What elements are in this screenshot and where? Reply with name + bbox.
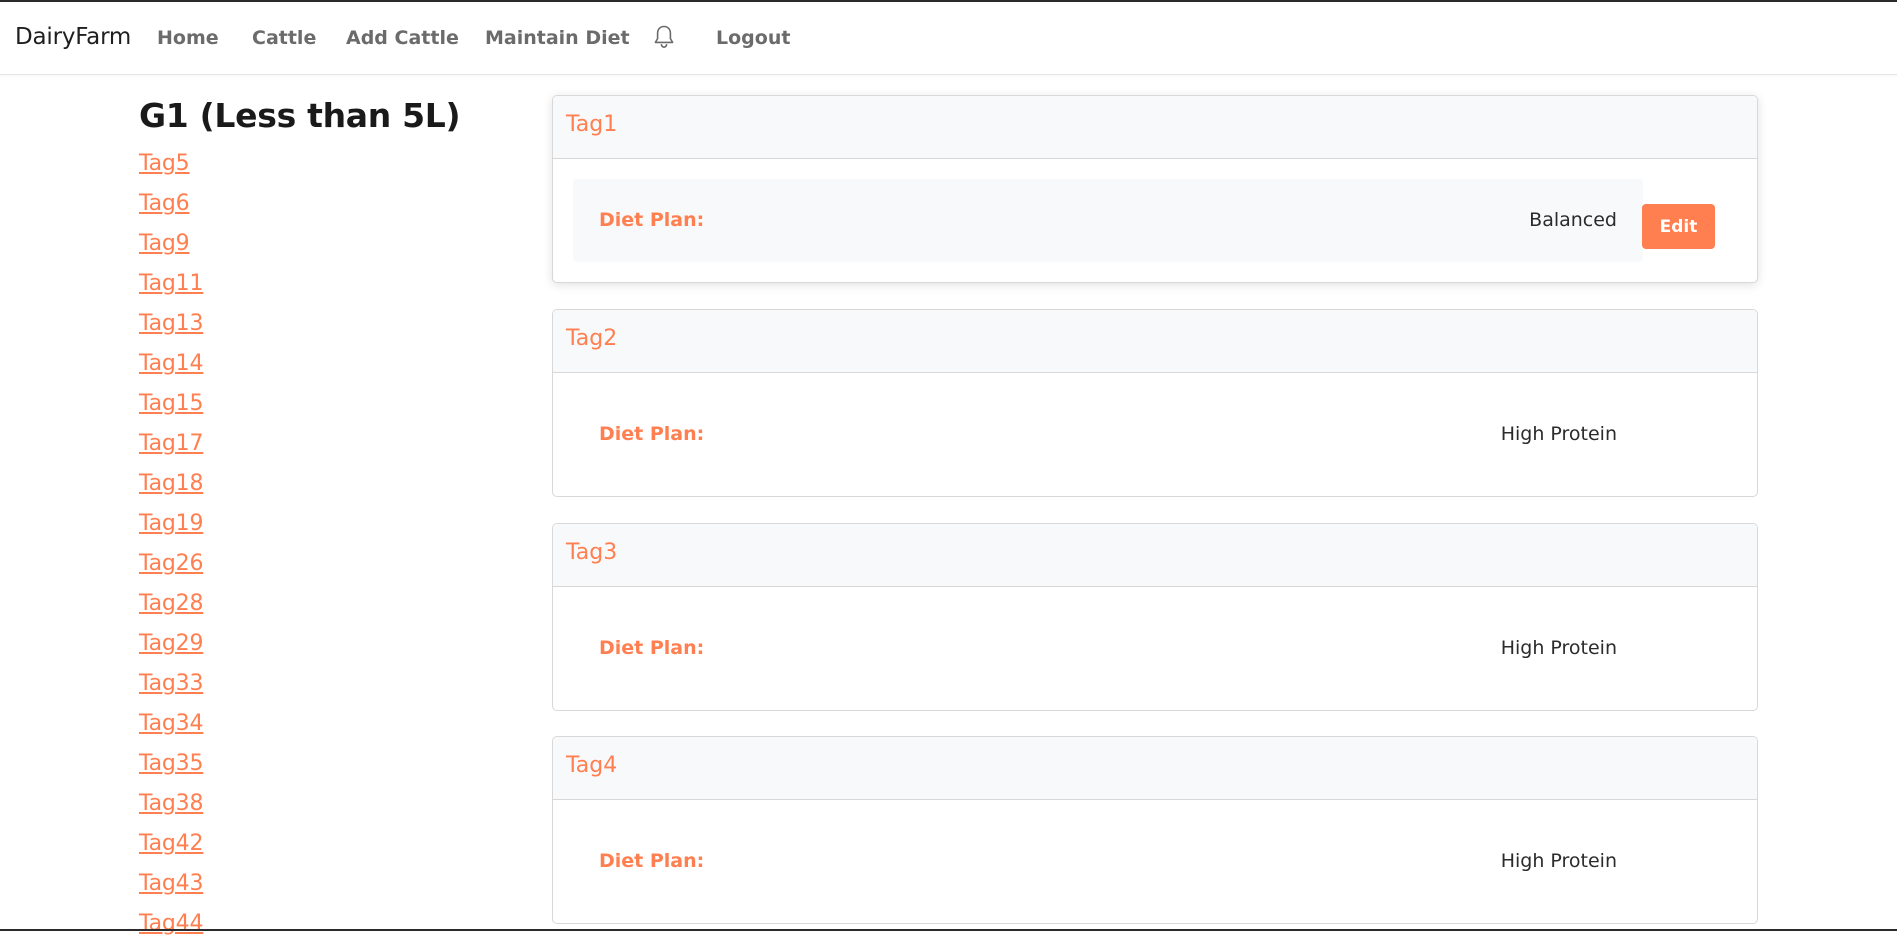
- nav-cattle[interactable]: Cattle: [252, 27, 316, 49]
- card-title: Tag4: [566, 753, 618, 778]
- tag-link[interactable]: Tag43: [139, 871, 203, 896]
- tag-link[interactable]: Tag5: [139, 151, 190, 176]
- card-body: Diet Plan: High Protein: [553, 373, 1757, 496]
- edit-button[interactable]: Edit: [1642, 204, 1715, 249]
- brand-logo[interactable]: DairyFarm: [15, 24, 131, 50]
- tag-link[interactable]: Tag38: [139, 791, 203, 816]
- card-title: Tag2: [566, 326, 618, 351]
- diet-plan-row: Diet Plan: High Protein: [573, 393, 1643, 476]
- list-item: Tag15: [139, 388, 203, 428]
- diet-plan-row: Diet Plan: High Protein: [573, 820, 1643, 903]
- card-header: Tag2: [553, 310, 1757, 373]
- card-header: Tag4: [553, 737, 1757, 800]
- nav-maintain-diet[interactable]: Maintain Diet: [485, 27, 630, 49]
- card-title: Tag3: [566, 540, 618, 565]
- card-title: Tag1: [566, 112, 618, 137]
- list-item: Tag35: [139, 748, 203, 788]
- list-item: Tag17: [139, 428, 203, 468]
- list-item: Tag19: [139, 508, 203, 548]
- list-item: Tag34: [139, 708, 203, 748]
- list-item: Tag11: [139, 268, 203, 308]
- list-item: Tag28: [139, 588, 203, 628]
- tag-link[interactable]: Tag35: [139, 751, 203, 776]
- list-item: Tag13: [139, 308, 203, 348]
- tag-link[interactable]: Tag9: [139, 231, 190, 256]
- list-item: Tag9: [139, 228, 203, 268]
- nav-home[interactable]: Home: [157, 27, 219, 49]
- card-body: Diet Plan: Balanced Edit: [553, 159, 1757, 282]
- tag-link[interactable]: Tag33: [139, 671, 203, 696]
- list-item: Tag5: [139, 148, 203, 188]
- diet-plan-row: Diet Plan: Balanced: [573, 179, 1643, 262]
- diet-plan-value: High Protein: [1500, 637, 1617, 659]
- list-item: Tag29: [139, 628, 203, 668]
- diet-plan-row: Diet Plan: High Protein: [573, 607, 1643, 690]
- group-title: G1 (Less than 5L): [139, 96, 461, 135]
- card-header: Tag1: [553, 96, 1757, 159]
- bell-icon[interactable]: [652, 24, 676, 50]
- nav-add-cattle[interactable]: Add Cattle: [346, 27, 459, 49]
- card-header: Tag3: [553, 524, 1757, 587]
- nav-logout[interactable]: Logout: [716, 27, 790, 49]
- diet-plan-label: Diet Plan:: [599, 209, 705, 231]
- cattle-card-tag1: Tag1 Diet Plan: Balanced Edit: [552, 95, 1758, 283]
- tag-link[interactable]: Tag29: [139, 631, 203, 656]
- list-item: Tag14: [139, 348, 203, 388]
- list-item: Tag26: [139, 548, 203, 588]
- diet-plan-value: Balanced: [1529, 209, 1617, 231]
- tag-link[interactable]: Tag18: [139, 471, 203, 496]
- card-body: Diet Plan: High Protein: [553, 800, 1757, 923]
- tag-link[interactable]: Tag11: [139, 271, 203, 296]
- cattle-card-tag4: Tag4 Diet Plan: High Protein: [552, 736, 1758, 924]
- tag-link[interactable]: Tag19: [139, 511, 203, 536]
- list-item: Tag42: [139, 828, 203, 868]
- tag-link[interactable]: Tag14: [139, 351, 203, 376]
- card-body: Diet Plan: High Protein: [553, 587, 1757, 710]
- list-item: Tag38: [139, 788, 203, 828]
- diet-plan-value: High Protein: [1500, 423, 1617, 445]
- list-item: Tag6: [139, 188, 203, 228]
- tag-link[interactable]: Tag42: [139, 831, 203, 856]
- tag-link[interactable]: Tag34: [139, 711, 203, 736]
- list-item: Tag44: [139, 908, 203, 948]
- diet-plan-label: Diet Plan:: [599, 423, 705, 445]
- diet-plan-label: Diet Plan:: [599, 637, 705, 659]
- tag-link[interactable]: Tag28: [139, 591, 203, 616]
- tag-link[interactable]: Tag44: [139, 911, 203, 936]
- list-item: Tag43: [139, 868, 203, 908]
- tag-link[interactable]: Tag13: [139, 311, 203, 336]
- navbar: DairyFarm Home Cattle Add Cattle Maintai…: [0, 2, 1897, 75]
- tag-link[interactable]: Tag15: [139, 391, 203, 416]
- diet-plan-value: High Protein: [1500, 850, 1617, 872]
- tag-link[interactable]: Tag17: [139, 431, 203, 456]
- tag-list: Tag5 Tag6 Tag9 Tag11 Tag13 Tag14 Tag15 T…: [139, 148, 203, 948]
- diet-plan-label: Diet Plan:: [599, 850, 705, 872]
- list-item: Tag18: [139, 468, 203, 508]
- tag-link[interactable]: Tag26: [139, 551, 203, 576]
- cattle-card-tag3: Tag3 Diet Plan: High Protein: [552, 523, 1758, 711]
- list-item: Tag33: [139, 668, 203, 708]
- tag-link[interactable]: Tag6: [139, 191, 190, 216]
- cattle-card-tag2: Tag2 Diet Plan: High Protein: [552, 309, 1758, 497]
